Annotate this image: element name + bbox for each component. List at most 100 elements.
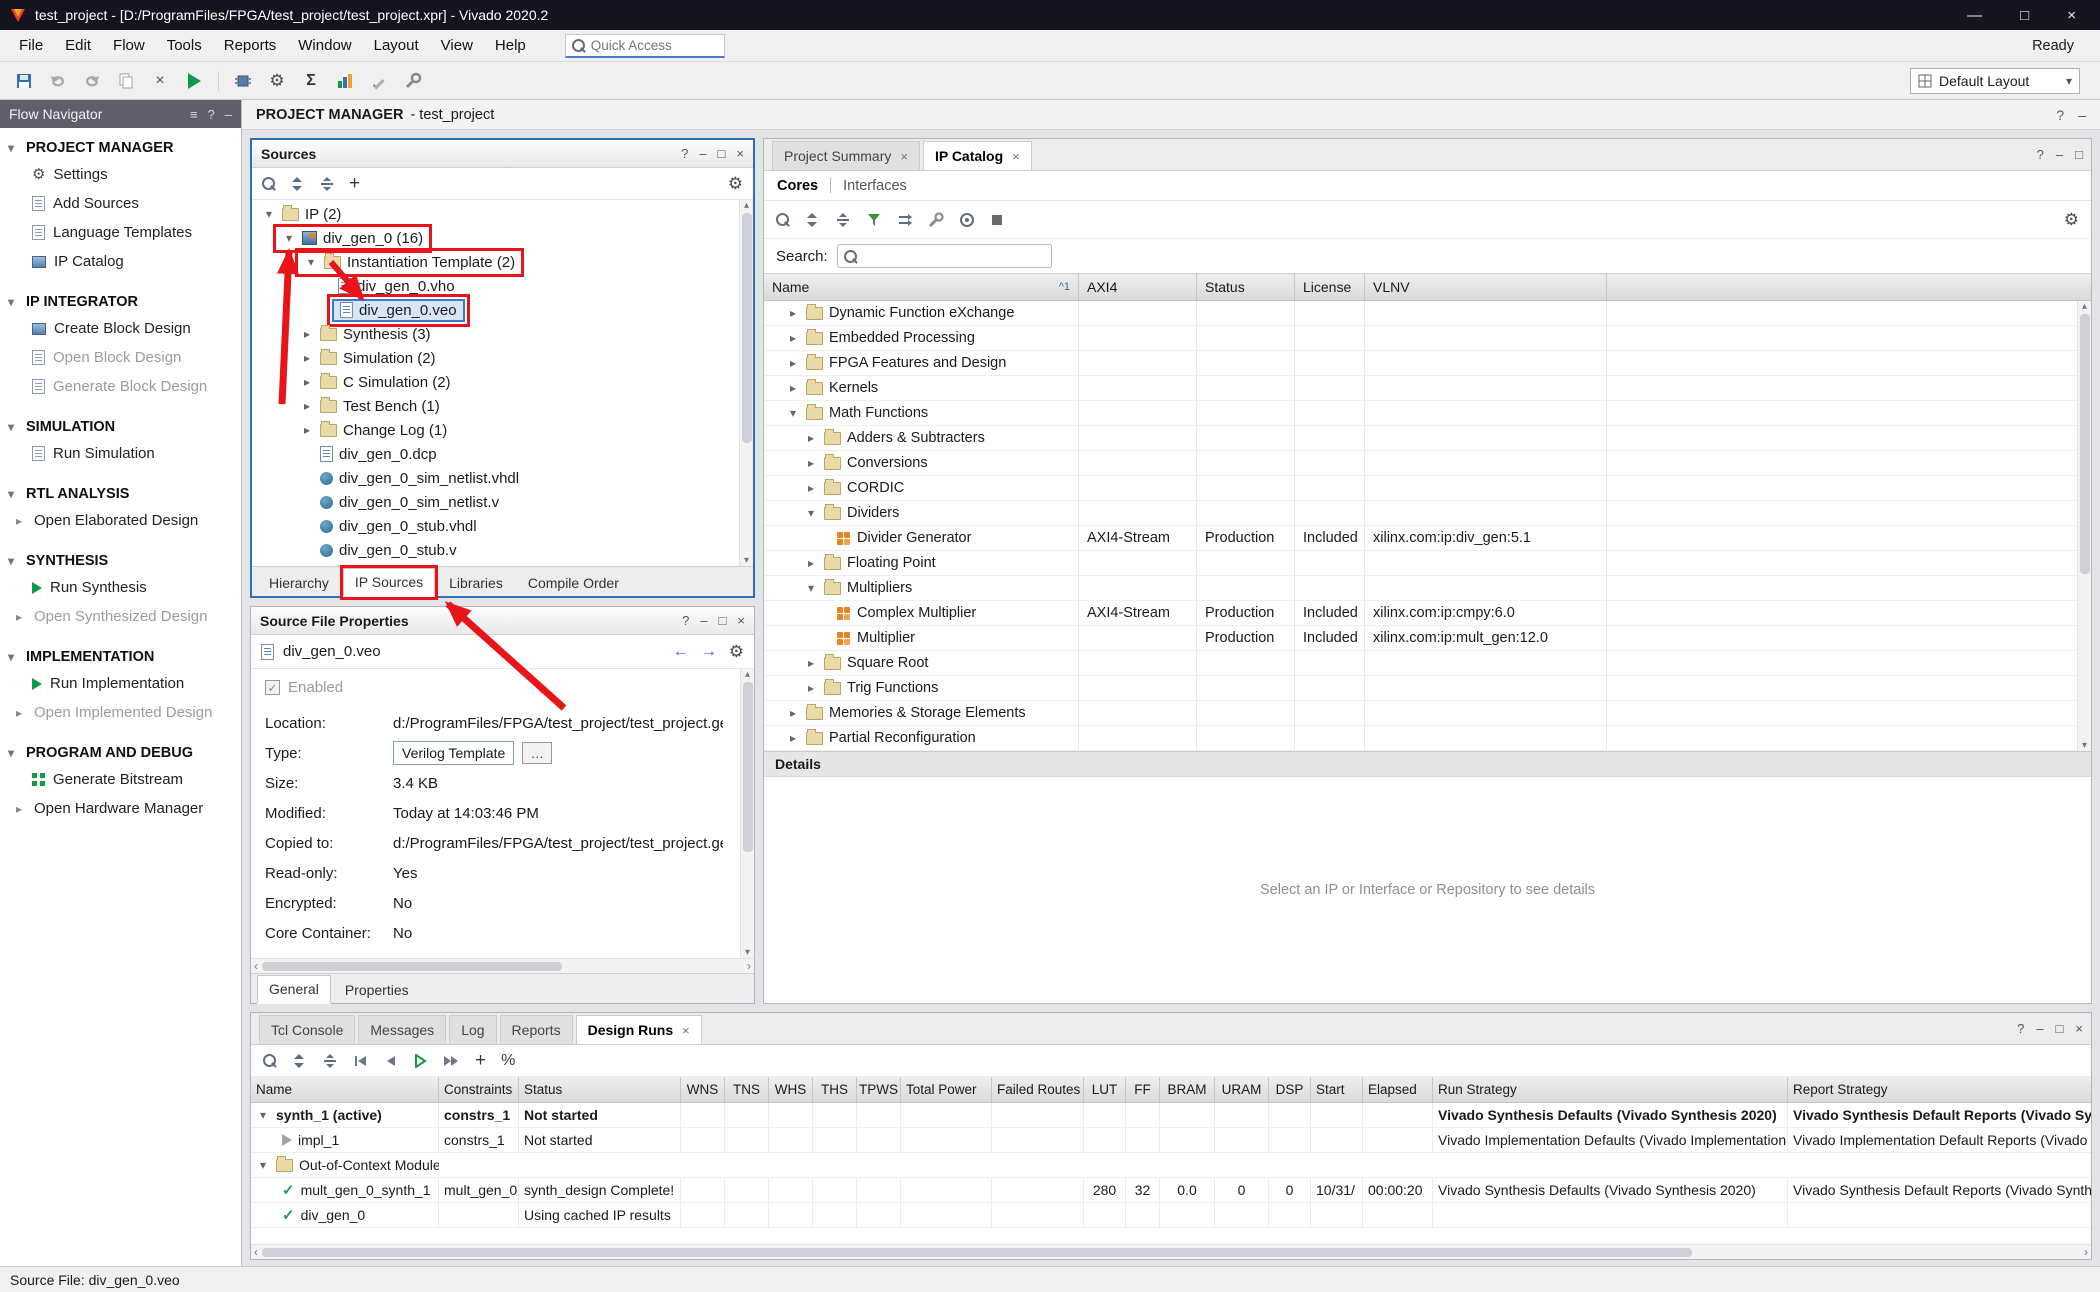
scroll-right-icon[interactable]: ›: [2084, 1245, 2088, 1259]
run-icon[interactable]: [180, 67, 208, 95]
sidebar-item-language-templates[interactable]: Language Templates: [0, 218, 241, 247]
column-header[interactable]: Total Power: [901, 1077, 992, 1102]
gear-icon[interactable]: ⚙: [729, 643, 744, 661]
tree-item-div-gen-0[interactable]: ▾ div_gen_0 (16): [252, 226, 753, 250]
help-icon[interactable]: ?: [2037, 147, 2044, 162]
table-row-complex-multiplier[interactable]: Complex Multiplier AXI4-Stream Productio…: [764, 601, 2091, 626]
caret-down-icon[interactable]: ▾: [304, 255, 318, 269]
tree-item-sim-netlist-vhdl[interactable]: div_gen_0_sim_netlist.vhdl: [252, 466, 753, 490]
type-dropdown[interactable]: Verilog Template: [393, 741, 514, 765]
section-program-and-debug[interactable]: ▾ PROGRAM AND DEBUG: [0, 739, 241, 765]
table-row[interactable]: ▸Memories & Storage Elements: [764, 701, 2091, 726]
scroll-left-icon[interactable]: ‹: [254, 1245, 258, 1259]
menu-file[interactable]: File: [8, 32, 54, 59]
table-row-divider-generator[interactable]: Divider Generator AXI4-Stream Production…: [764, 526, 2091, 551]
scroll-right-icon[interactable]: ›: [747, 959, 751, 973]
filter-icon[interactable]: [866, 212, 882, 228]
column-header[interactable]: Report Strategy: [1788, 1077, 2091, 1102]
tab-compile-order[interactable]: Compile Order: [517, 570, 630, 596]
column-header-license[interactable]: License: [1295, 274, 1365, 300]
caret-right-icon[interactable]: ▸: [804, 556, 818, 570]
tree-item-div-gen-0-veo[interactable]: div_gen_0.veo: [252, 298, 753, 322]
caret-right-icon[interactable]: ▸: [300, 423, 314, 437]
caret-down-icon[interactable]: ▾: [8, 650, 20, 664]
caret-down-icon[interactable]: ▾: [786, 406, 800, 420]
undo-icon[interactable]: [44, 67, 72, 95]
menu-help[interactable]: Help: [484, 32, 537, 59]
quick-access-input[interactable]: [591, 38, 701, 53]
scroll-up-icon[interactable]: ▴: [2082, 301, 2087, 312]
table-row[interactable]: ▸Conversions: [764, 451, 2091, 476]
design-runs-horizontal-scrollbar[interactable]: ‹ ›: [251, 1244, 2091, 1259]
table-row[interactable]: ▸Dynamic Function eXchange: [764, 301, 2091, 326]
collapse-all-icon[interactable]: [291, 1053, 307, 1069]
maximize-icon[interactable]: □: [719, 613, 727, 628]
tree-item-div-gen-0-dcp[interactable]: div_gen_0.dcp: [252, 442, 753, 466]
table-row[interactable]: ▸Square Root: [764, 651, 2091, 676]
column-header[interactable]: URAM: [1215, 1077, 1269, 1102]
caret-right-icon[interactable]: ▸: [804, 431, 818, 445]
tree-item-stub-vhdl[interactable]: div_gen_0_stub.vhdl: [252, 514, 753, 538]
caret-down-icon[interactable]: ▾: [8, 295, 20, 309]
tree-item-change-log[interactable]: ▸ Change Log (1): [252, 418, 753, 442]
table-row[interactable]: ▸Floating Point: [764, 551, 2091, 576]
caret-down-icon[interactable]: ▾: [282, 231, 296, 245]
caret-right-icon[interactable]: ▸: [786, 731, 800, 745]
column-header[interactable]: TNS: [725, 1077, 769, 1102]
stop-icon[interactable]: [990, 213, 1004, 227]
sidebar-item-add-sources[interactable]: Add Sources: [0, 189, 241, 218]
sidebar-item-open-block-design[interactable]: Open Block Design: [0, 343, 241, 372]
redo-icon[interactable]: [78, 67, 106, 95]
scroll-up-icon[interactable]: ▴: [745, 669, 750, 680]
scrollbar-thumb[interactable]: [262, 1248, 1692, 1257]
caret-down-icon[interactable]: ▾: [8, 554, 20, 568]
column-header[interactable]: Failed Routes: [992, 1077, 1084, 1102]
tree-item-sim-netlist-v[interactable]: div_gen_0_sim_netlist.v: [252, 490, 753, 514]
tab-properties[interactable]: Properties: [334, 977, 420, 1003]
table-row[interactable]: ▾Multipliers: [764, 576, 2091, 601]
caret-right-icon[interactable]: ▸: [786, 381, 800, 395]
gear-icon[interactable]: ⚙: [728, 175, 743, 192]
target-icon[interactable]: [959, 212, 975, 228]
float-icon[interactable]: –: [699, 146, 706, 161]
tab-ip-sources[interactable]: IP Sources: [343, 568, 435, 597]
column-header[interactable]: DSP: [1269, 1077, 1311, 1102]
column-header-status[interactable]: Status: [1197, 274, 1295, 300]
tree-item-stub-v[interactable]: div_gen_0_stub.v: [252, 538, 753, 562]
sources-vertical-scrollbar[interactable]: ▴ ▾: [739, 200, 753, 566]
caret-down-icon[interactable]: ▾: [262, 207, 276, 221]
reorder-icon[interactable]: [897, 212, 913, 228]
sigma-icon[interactable]: Σ: [297, 67, 325, 95]
browse-button[interactable]: …: [522, 742, 552, 764]
sidebar-item-ip-catalog[interactable]: IP Catalog: [0, 247, 241, 276]
tab-design-runs[interactable]: Design Runs×: [576, 1015, 702, 1044]
sidebar-item-run-implementation[interactable]: Run Implementation: [0, 669, 241, 698]
menu-tools[interactable]: Tools: [156, 32, 213, 59]
tree-item-simulation[interactable]: ▸ Simulation (2): [252, 346, 753, 370]
caret-right-icon[interactable]: ▸: [786, 306, 800, 320]
settings-gear-icon[interactable]: ⚙: [263, 67, 291, 95]
expand-all-icon[interactable]: [319, 176, 335, 192]
step-back-icon[interactable]: [384, 1054, 398, 1068]
table-row[interactable]: ▸Kernels: [764, 376, 2091, 401]
enabled-checkbox[interactable]: ✓: [265, 680, 280, 695]
minimize-button-icon[interactable]: —: [1967, 7, 1982, 24]
tab-log[interactable]: Log: [449, 1015, 496, 1044]
column-header[interactable]: FF: [1126, 1077, 1160, 1102]
help-icon[interactable]: ?: [2056, 107, 2064, 123]
step-forward-icon[interactable]: [442, 1054, 460, 1068]
tree-item-ip-root[interactable]: ▾ IP (2): [252, 202, 753, 226]
help-icon[interactable]: ?: [682, 613, 689, 628]
caret-right-icon[interactable]: ▸: [786, 706, 800, 720]
sidebar-item-create-block-design[interactable]: Create Block Design: [0, 314, 241, 343]
caret-down-icon[interactable]: ▾: [8, 141, 20, 155]
tab-libraries[interactable]: Libraries: [438, 570, 514, 596]
scrollbar-thumb[interactable]: [262, 962, 562, 971]
column-header[interactable]: THS: [813, 1077, 857, 1102]
sidebar-item-open-hardware-manager[interactable]: ▸Open Hardware Manager: [0, 794, 241, 823]
column-header[interactable]: Start: [1311, 1077, 1363, 1102]
run-icon[interactable]: [413, 1054, 427, 1068]
float-icon[interactable]: –: [700, 613, 707, 628]
maximize-icon[interactable]: □: [718, 146, 726, 161]
tab-project-summary[interactable]: Project Summary ×: [772, 141, 920, 170]
